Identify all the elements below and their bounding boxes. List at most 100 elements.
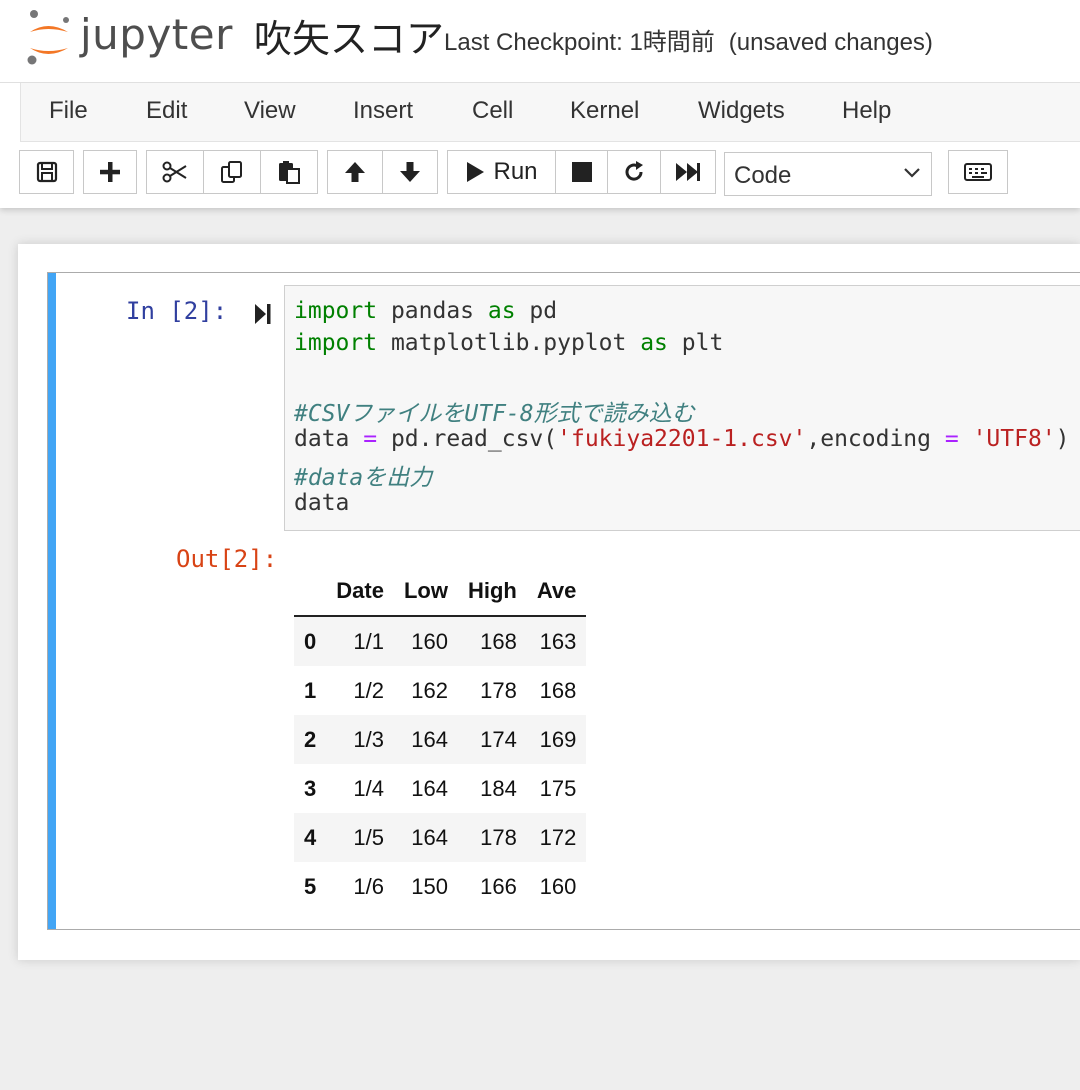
menu-view[interactable]: View — [244, 97, 296, 125]
arrow-up-icon — [345, 162, 365, 182]
table-cell: 1/2 — [353, 677, 384, 703]
code-comment: #dataを出力 — [294, 465, 433, 491]
restart-icon — [625, 161, 643, 181]
code-token: import — [294, 330, 378, 356]
table-cell: 1/4 — [353, 775, 384, 801]
code-token: = — [944, 426, 959, 452]
table-cell: 160 — [539, 873, 577, 899]
row-index: 3 — [304, 775, 317, 801]
code-token: ) — [1055, 426, 1070, 452]
selected-cell-indicator — [48, 273, 56, 929]
menu-kernel[interactable]: Kernel — [570, 97, 639, 125]
row-index: 1 — [304, 677, 317, 703]
table-cell: 1/1 — [353, 628, 384, 654]
column-header: Ave — [526, 567, 587, 617]
table-cell: 178 — [480, 677, 517, 703]
table-cell: 168 — [539, 677, 577, 703]
table-cell: 172 — [539, 824, 577, 850]
row-index: 2 — [304, 726, 317, 752]
chevron-down-icon — [904, 168, 920, 178]
table-cell: 164 — [411, 775, 448, 801]
keyboard-icon — [964, 163, 992, 181]
code-token: = — [363, 426, 378, 452]
table-cell: 184 — [480, 775, 517, 801]
checkpoint-text: Last Checkpoint: 1時間前 — [444, 29, 715, 56]
paste-icon — [279, 161, 300, 184]
menu-help[interactable]: Help — [842, 97, 891, 125]
menu-widgets[interactable]: Widgets — [698, 97, 785, 125]
table-cell: 175 — [539, 775, 577, 801]
code-cell[interactable]: In [2]: import pandas as pd import matpl… — [47, 272, 1080, 930]
table-cell: 169 — [539, 726, 577, 752]
restart-kernel-button[interactable] — [607, 150, 661, 194]
play-icon — [467, 162, 485, 182]
code-comment: #CSVファイルをUTF-8形式で読み込む — [294, 401, 695, 427]
notebook-page: In [2]: import pandas as pd import matpl… — [18, 244, 1080, 960]
save-icon — [36, 161, 57, 183]
code-line: import pandas as pd — [294, 298, 557, 324]
run-cell-icon[interactable] — [254, 303, 272, 325]
toolbar: Run Code — [0, 150, 1080, 198]
table-cell: 1/5 — [353, 824, 384, 850]
scissors-icon — [162, 161, 187, 183]
logo-text: jupyter — [80, 10, 233, 59]
code-token: import — [294, 298, 378, 324]
jupyter-logo[interactable]: jupyter — [24, 6, 234, 68]
code-token: 'UTF8' — [972, 426, 1056, 452]
plus-icon — [100, 162, 120, 182]
menu-edit[interactable]: Edit — [146, 97, 187, 125]
table-row: 5 1/6 150 166 160 — [294, 862, 586, 911]
code-editor[interactable]: import pandas as pd import matplotlib.py… — [284, 285, 1080, 531]
move-down-button[interactable] — [382, 150, 438, 194]
fast-forward-icon — [676, 163, 700, 181]
table-row: 1 1/2 162 178 168 — [294, 666, 586, 715]
table-cell: 1/6 — [353, 873, 384, 899]
table-row: 3 1/4 164 184 175 — [294, 764, 586, 813]
move-up-button[interactable] — [327, 150, 383, 194]
table-cell: 1/3 — [353, 726, 384, 752]
insert-cell-button[interactable] — [83, 150, 137, 194]
row-index: 0 — [304, 628, 317, 654]
code-token: as — [640, 330, 668, 356]
code-line: data — [294, 490, 350, 516]
run-button[interactable]: Run — [447, 150, 556, 194]
jupyter-logo-icon — [27, 10, 69, 65]
table-cell: 178 — [480, 824, 517, 850]
row-index: 4 — [304, 824, 317, 850]
column-header: High — [457, 567, 527, 617]
cell-type-select[interactable]: Code — [724, 152, 932, 196]
run-button-label: Run — [493, 158, 538, 185]
arrow-down-icon — [400, 162, 420, 182]
column-header: Low — [393, 567, 458, 617]
menu-cell[interactable]: Cell — [472, 97, 513, 125]
table-cell: 166 — [480, 873, 517, 899]
row-index: 5 — [304, 873, 317, 899]
input-prompt: In [2]: — [126, 297, 228, 325]
menubar: File Edit View Insert Cell Kernel Widget… — [20, 83, 1080, 142]
title-bar: jupyter 吹矢スコア Last Checkpoint: 1時間前 (unsa… — [0, 0, 1080, 83]
menu-insert[interactable]: Insert — [353, 97, 413, 125]
notebook-name[interactable]: 吹矢スコア — [254, 8, 444, 63]
command-palette-button[interactable] — [948, 150, 1008, 194]
interrupt-kernel-button[interactable] — [555, 150, 608, 194]
cut-button[interactable] — [146, 150, 204, 194]
notebook-header: jupyter 吹矢スコア Last Checkpoint: 1時間前 (unsa… — [0, 0, 1080, 208]
checkpoint-status: Last Checkpoint: 1時間前 (unsaved changes) — [444, 22, 933, 57]
code-token: matplotlib.pyplot — [377, 330, 641, 356]
code-token: as — [487, 298, 516, 324]
dataframe-output: Date Low High Ave 0 1/1 160 168 163 1 1/… — [294, 567, 587, 911]
code-token: data — [294, 426, 364, 452]
table-row: 0 1/1 160 168 163 — [294, 616, 587, 666]
table-cell: 163 — [539, 628, 577, 654]
output-prompt: Out[2]: — [176, 545, 278, 573]
code-token: 'fukiya2201-1.csv' — [557, 426, 807, 452]
copy-button[interactable] — [203, 150, 261, 194]
column-header: Date — [326, 567, 394, 617]
paste-button[interactable] — [260, 150, 318, 194]
restart-run-all-button[interactable] — [660, 150, 716, 194]
menu-file[interactable]: File — [49, 97, 88, 125]
code-token: pd.read_csv( — [377, 426, 558, 452]
save-button[interactable] — [19, 150, 74, 194]
cell-type-value: Code — [734, 162, 792, 189]
table-cell: 168 — [480, 628, 517, 654]
